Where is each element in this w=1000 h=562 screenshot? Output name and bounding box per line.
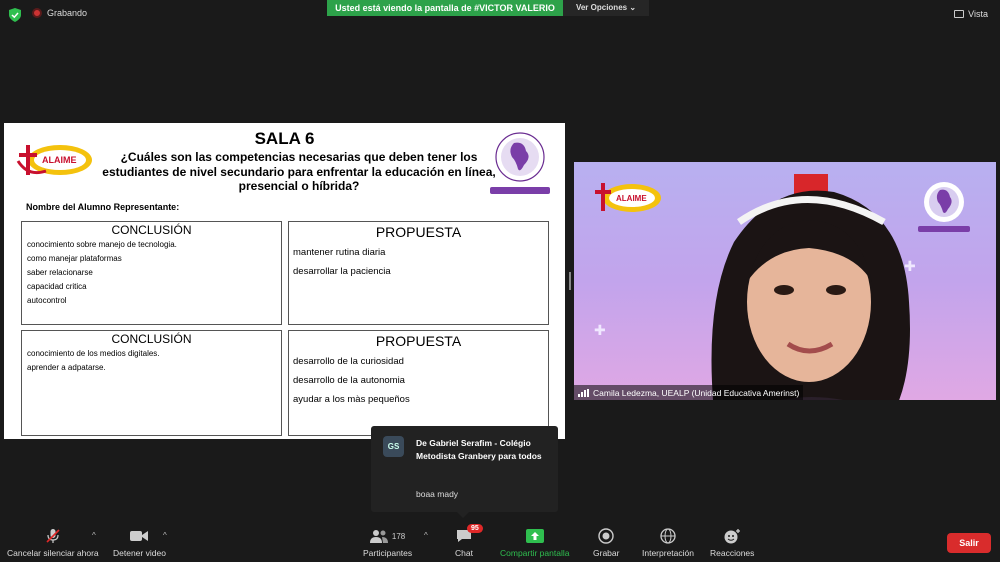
share-screen-icon bbox=[525, 529, 544, 543]
reactions-button[interactable]: Reacciones bbox=[710, 528, 754, 558]
leave-meeting-button[interactable]: Salir bbox=[947, 533, 991, 553]
video-camera-icon bbox=[130, 531, 149, 541]
grid-view-icon bbox=[954, 10, 965, 18]
proposal-box-2: PROPUESTA desarrollo de la curiosidad de… bbox=[288, 330, 549, 436]
participant-name-tag: Camila Ledezma, UEALP (Unidad Educativa … bbox=[574, 385, 804, 400]
box-heading: PROPUESTA bbox=[375, 224, 462, 240]
alaime-logo-text: ALAIME bbox=[42, 155, 77, 165]
recording-icon bbox=[32, 8, 42, 18]
video-label: Detener video bbox=[113, 548, 166, 558]
box-line: saber relacionarse bbox=[27, 268, 93, 277]
student-name-label: Nombre del Alumno Representante: bbox=[26, 202, 180, 212]
sparkle-icon: ✚ bbox=[594, 322, 606, 338]
video-options-caret[interactable]: ^ bbox=[163, 531, 167, 540]
recording-indicator[interactable]: Grabando bbox=[32, 8, 87, 18]
participants-label: Participantes bbox=[363, 548, 413, 558]
screen-share-banner: Usted está viendo la pantalla de #VICTOR… bbox=[327, 0, 563, 16]
slide-title: SALA 6 bbox=[254, 129, 315, 148]
share-label: Compartir pantalla bbox=[500, 548, 570, 558]
bottom-toolbar: Cancelar silenciar ahora ^ Detener video… bbox=[0, 520, 1000, 562]
conclusion-box-2: CONCLUSIÓN conocimiento de los medios di… bbox=[21, 330, 282, 436]
box-line: ayudar a los màs pequeños bbox=[293, 394, 410, 405]
participant-person bbox=[711, 190, 910, 400]
chat-message: boaa mady bbox=[416, 489, 459, 499]
chat-notification-popup[interactable]: GS De Gabriel Serafim - Colégio Metodist… bbox=[371, 426, 558, 518]
chat-unread-badge: 95 bbox=[466, 524, 483, 533]
box-line: aprender a adpatarse. bbox=[27, 363, 106, 372]
box-line: conocimiento de los medios digitales. bbox=[27, 349, 160, 358]
interpretation-button[interactable]: Interpretación bbox=[642, 528, 694, 558]
reactions-label: Reacciones bbox=[710, 548, 755, 558]
globe-icon bbox=[660, 528, 676, 544]
participants-count: 178 bbox=[391, 531, 406, 541]
avatar: GS bbox=[383, 436, 404, 457]
participant-video[interactable]: ALAIME ✚ ✚ Camila Ledezma, UEALP (Unidad… bbox=[574, 162, 996, 400]
recording-label: Grabando bbox=[47, 8, 88, 18]
resize-handle[interactable] bbox=[569, 272, 571, 290]
stop-video-button[interactable]: Detener video bbox=[113, 528, 166, 558]
alaime-logo: ALAIME bbox=[595, 183, 661, 212]
box-line: desarrollo de la autonomia bbox=[293, 375, 405, 386]
interpretation-label: Interpretación bbox=[642, 548, 694, 558]
top-bar: Grabando Usted está viendo la pantalla d… bbox=[0, 0, 1000, 30]
alaime-logo-text: ALAIME bbox=[616, 194, 647, 203]
security-shield-icon[interactable] bbox=[9, 8, 21, 22]
view-options-label: Ver Opciones bbox=[575, 3, 628, 12]
microphone-muted-icon bbox=[46, 529, 60, 543]
record-label: Grabar bbox=[593, 548, 620, 558]
box-heading: PROPUESTA bbox=[375, 333, 462, 349]
chat-sender: De Gabriel Serafim - Colégio Metodista G… bbox=[416, 438, 542, 461]
box-line: desarrollar la paciencia bbox=[293, 266, 391, 277]
participants-button[interactable]: 178 Participantes bbox=[363, 528, 412, 558]
participant-name: Camila Ledezma, UEALP (Unidad Educativa … bbox=[593, 387, 800, 398]
box-line: desarrollo de la curiosidad bbox=[293, 356, 404, 367]
conclusion-box-1: CONCLUSIÓN conocimiento sobre manejo de … bbox=[21, 221, 282, 325]
box-heading: CONCLUSIÓN bbox=[111, 332, 192, 346]
signal-strength-icon bbox=[578, 388, 589, 397]
slide-question: ¿Cuáles son las competencias necesarias … bbox=[102, 150, 496, 193]
proposal-box-1: PROPUESTA mantener rutina diaria desarro… bbox=[288, 221, 549, 325]
view-label: Vista bbox=[968, 9, 988, 19]
emoji-reaction-icon bbox=[724, 529, 741, 544]
mute-button[interactable]: Cancelar silenciar ahora bbox=[7, 528, 99, 558]
chat-button[interactable]: 95 Chat bbox=[455, 524, 483, 558]
participants-icon bbox=[369, 530, 388, 543]
share-screen-button[interactable]: Compartir pantalla bbox=[500, 528, 569, 558]
box-heading: CONCLUSIÓN bbox=[111, 223, 192, 237]
participants-options-caret[interactable]: ^ bbox=[424, 531, 428, 540]
box-line: mantener rutina diaria bbox=[293, 247, 386, 258]
box-line: capacidad critica bbox=[27, 282, 87, 291]
record-icon bbox=[598, 528, 614, 544]
mute-label: Cancelar silenciar ahora bbox=[7, 548, 99, 558]
box-line: como manejar plataformas bbox=[27, 254, 122, 263]
record-button[interactable]: Grabar bbox=[593, 528, 619, 558]
chat-label: Chat bbox=[455, 548, 473, 558]
view-button[interactable]: Vista bbox=[954, 9, 988, 19]
box-line: conocimiento sobre manejo de tecnologia. bbox=[27, 240, 177, 249]
box-line: autocontrol bbox=[27, 296, 67, 305]
shared-screen-slide: ALAIME SALA 6 ¿Cuáles son las competenci… bbox=[4, 123, 565, 439]
mute-options-caret[interactable]: ^ bbox=[92, 531, 96, 540]
chevron-down-icon: ⌄ bbox=[629, 3, 637, 12]
view-options-button[interactable]: Ver Opciones ⌄ bbox=[563, 0, 649, 16]
